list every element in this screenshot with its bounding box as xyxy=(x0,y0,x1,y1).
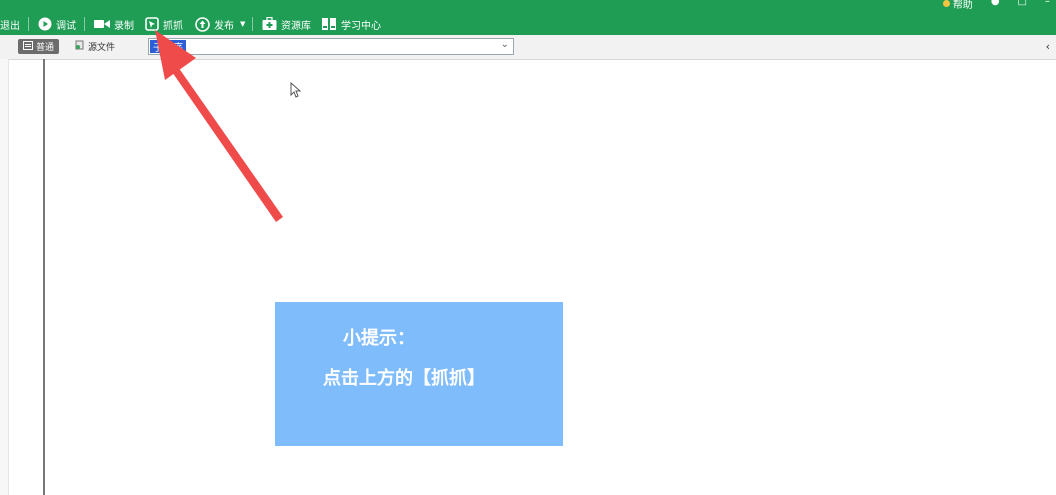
exit-label: 退出 xyxy=(0,20,20,32)
resource-library-label: 资源库 xyxy=(281,20,311,32)
editor-divider xyxy=(43,59,45,495)
help-label: 帮助 xyxy=(952,0,973,11)
help-button[interactable]: 帮助 xyxy=(942,0,973,11)
tab-normal[interactable]: 普通 xyxy=(18,39,60,54)
publish-label: 发布 xyxy=(214,20,234,32)
capture-icon xyxy=(145,17,159,31)
play-icon xyxy=(38,17,52,31)
publish-button[interactable]: 发布 ▼ xyxy=(195,15,245,33)
window-controls: 帮助 ● □ – xyxy=(942,0,1050,11)
dropdown-caret-icon[interactable]: ▼ xyxy=(240,20,245,28)
tab-normal-label: 普通 xyxy=(36,43,55,53)
upload-icon xyxy=(195,16,210,32)
tip-text: 点击上方的【抓抓】 xyxy=(323,368,485,389)
tab-source-file[interactable]: 源文件 xyxy=(70,39,120,54)
mouse-cursor-icon xyxy=(290,81,302,102)
capture-label: 抓抓 xyxy=(163,20,183,32)
chevron-left-icon[interactable]: ‹ xyxy=(1046,40,1050,53)
capture-button[interactable]: 抓抓 xyxy=(145,15,183,33)
resource-icon xyxy=(262,17,277,31)
record-label: 录制 xyxy=(114,20,134,32)
minimize-icon[interactable]: – xyxy=(1045,0,1050,11)
learning-center-label: 学习中心 xyxy=(341,20,381,32)
tip-title: 小提示： xyxy=(343,328,415,349)
restore-icon[interactable]: □ xyxy=(1018,0,1027,11)
chevron-down-icon[interactable]: ⌄ xyxy=(501,39,509,50)
toolbar-divider xyxy=(84,17,85,31)
left-gutter xyxy=(0,59,9,495)
normal-view-icon xyxy=(23,40,33,53)
settings-icon[interactable]: ● xyxy=(991,0,1000,11)
exit-button[interactable]: 退出 xyxy=(0,15,20,33)
bulb-icon xyxy=(942,0,950,7)
book-icon xyxy=(321,16,337,32)
toolbar-divider xyxy=(28,17,29,31)
learning-center-button[interactable]: 学习中心 xyxy=(321,15,381,33)
toolbar-divider xyxy=(252,17,253,31)
subroutine-selected-value: 子程序 xyxy=(150,40,186,54)
source-file-icon xyxy=(75,40,85,53)
main-toolbar: 退出 调试 录制 抓抓 发布 ▼ 资源库 学习中心 帮助 ● □ – xyxy=(0,0,1056,35)
subroutine-select[interactable]: 子程序 ⌄ xyxy=(148,38,514,55)
tip-box: 小提示： 点击上方的【抓抓】 xyxy=(275,302,563,446)
debug-button[interactable]: 调试 xyxy=(38,15,76,33)
camera-icon xyxy=(94,18,110,30)
tab-source-file-label: 源文件 xyxy=(88,43,116,53)
debug-label: 调试 xyxy=(56,20,76,32)
record-button[interactable]: 录制 xyxy=(94,15,134,33)
resource-library-button[interactable]: 资源库 xyxy=(262,15,311,33)
